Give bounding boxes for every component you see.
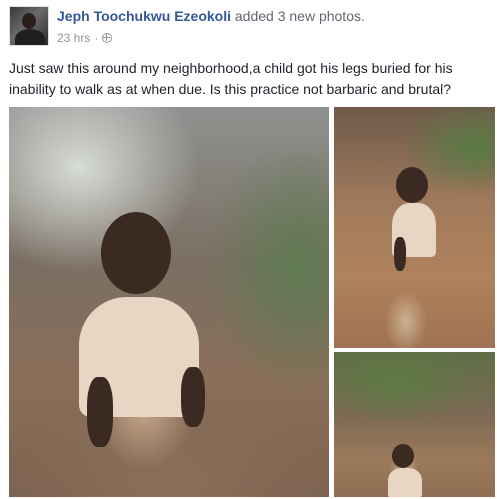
post-meta: 23 hrs · [57, 31, 113, 45]
avatar-body [15, 29, 45, 45]
post-action-text: added 3 new photos. [234, 8, 365, 24]
child-head [101, 212, 171, 294]
child-shirt [388, 468, 422, 497]
child-arm-left [394, 237, 406, 271]
child-arm-right [181, 367, 205, 427]
author-name-link[interactable]: Jeph Toochukwu Ezeokoli [57, 8, 231, 24]
photo-top-right[interactable] [334, 107, 495, 348]
photo-bottom-right[interactable] [334, 352, 495, 497]
child-head [392, 444, 414, 468]
photo-main[interactable] [9, 107, 329, 497]
author-avatar[interactable] [9, 6, 49, 46]
header-line: Jeph Toochukwu Ezeokoli added 3 new phot… [57, 8, 365, 24]
globe-icon[interactable] [102, 33, 113, 43]
child-head [396, 167, 428, 203]
post-text: Just saw this around my neighborhood,a c… [9, 60, 453, 97]
timestamp-link[interactable]: 23 hrs [57, 31, 90, 45]
facebook-post: Jeph Toochukwu Ezeokoli added 3 new phot… [0, 0, 497, 499]
meta-separator: · [94, 31, 99, 45]
child-arm-left [87, 377, 113, 447]
avatar-head [22, 13, 36, 29]
post-header: Jeph Toochukwu Ezeokoli added 3 new phot… [9, 6, 489, 50]
